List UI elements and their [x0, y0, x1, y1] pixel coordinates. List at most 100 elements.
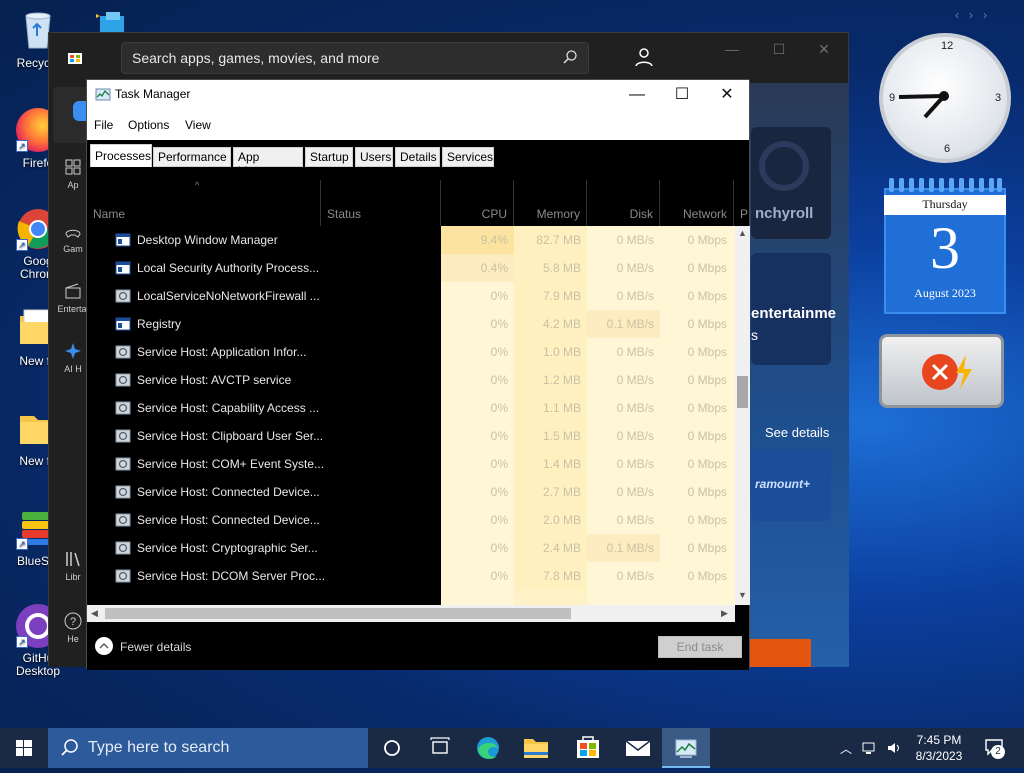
process-cpu-cell: 0% [490, 401, 508, 415]
store-nav-label: AI H [64, 364, 82, 374]
paramount-tile[interactable]: ramount+ [751, 449, 831, 521]
process-name: Service Host: COM+ Event Syste... [137, 457, 325, 471]
promo-orange-tile[interactable] [749, 639, 811, 667]
table-row[interactable]: Service Host: Capability Access ... 0% 1.1… [87, 394, 735, 422]
table-row-partial[interactable] [87, 590, 735, 605]
col-cpu-header[interactable]: CPU [441, 180, 514, 226]
crunchyroll-logo-icon [759, 141, 809, 191]
tab-startup[interactable]: Startup [305, 147, 353, 167]
taskbar-edge[interactable] [464, 728, 512, 768]
menu-view[interactable]: View [185, 118, 211, 132]
table-row[interactable]: LocalServiceNoNetworkFirewall ... 0% 7.9 M… [87, 282, 735, 310]
show-hidden-icons-chevron-icon[interactable]: ︿ [840, 740, 852, 757]
process-name: Registry [137, 317, 182, 331]
col-network-header[interactable]: Network [660, 180, 734, 226]
clock-gadget[interactable]: 12 3 6 9 [879, 33, 1011, 163]
tab-services[interactable]: Services [442, 147, 494, 167]
process-cpu-cell: 0% [490, 457, 508, 471]
process-memory-cell: 1.4 MB [514, 450, 587, 478]
table-row[interactable]: Service Host: Clipboard User Ser... 0% 1.5… [87, 422, 735, 450]
col-name-header[interactable]: Name [87, 180, 321, 226]
tm-close-button[interactable]: ✕ [704, 80, 750, 110]
scroll-right-arrow-icon[interactable]: ▶ [721, 608, 728, 619]
vertical-scrollbar[interactable]: ▲ ▼ [735, 226, 750, 605]
chevron-up-icon[interactable] [95, 637, 113, 655]
tm-titlebar[interactable]: Task Manager — ☐ ✕ [87, 80, 749, 110]
table-row[interactable]: Service Host: Connected Device... 0% 2.0 M… [87, 506, 735, 534]
process-cpu-cell: 9.4% [441, 226, 514, 254]
gear-icon [115, 373, 131, 387]
process-memory-cell: 1.0 MB [514, 338, 587, 366]
process-memory-cell: 7.9 MB [514, 282, 587, 310]
tm-menubar: File Options View [87, 110, 749, 140]
table-row[interactable]: Service Host: AVCTP service 0% 1.2 MB 0 MB/… [87, 366, 735, 394]
taskbar-mail[interactable] [614, 728, 662, 768]
process-name: Service Host: AVCTP service [137, 373, 292, 387]
col-memory-header[interactable]: Memory [514, 180, 587, 226]
menu-options[interactable]: Options [128, 118, 169, 132]
tab-users[interactable]: Users [355, 147, 393, 167]
fewer-details-link[interactable]: Fewer details [120, 640, 191, 654]
tm-minimize-button[interactable]: — [614, 80, 660, 110]
window-icon [115, 233, 131, 247]
app-shortcut-icon[interactable] [92, 10, 132, 34]
end-task-button[interactable]: End task [658, 636, 742, 658]
taskbar-store[interactable] [564, 728, 612, 768]
tab-processes[interactable]: Processes [90, 144, 152, 167]
search-icon[interactable] [562, 49, 578, 65]
process-memory-cell: 5.8 MB [514, 254, 587, 282]
process-disk-cell: 0 MB/s [616, 345, 654, 359]
process-disk-cell: 0 MB/s [616, 569, 654, 583]
notification-center-button[interactable]: 2 [978, 728, 1024, 768]
disney-tile[interactable]: entertainme s [751, 253, 836, 365]
table-row[interactable]: Service Host: DCOM Server Proc... 0% 7.8 M… [87, 562, 735, 590]
start-button[interactable] [0, 728, 48, 768]
col-disk-header[interactable]: Disk [587, 180, 660, 226]
horizontal-scrollbar[interactable]: ◀ ▶ [87, 605, 735, 622]
process-disk-cell: 0 MB/s [616, 457, 654, 471]
sidebar-nav-arrows[interactable]: ‹ › › [955, 8, 987, 22]
taskbar-clock[interactable]: 7:45 PM 8/3/2023 [911, 732, 967, 764]
table-row[interactable]: Desktop Window Manager 9.4% 82.7 MB 0 MB/s 0… [87, 226, 735, 254]
cortana-button[interactable] [368, 728, 416, 768]
scroll-down-arrow-icon[interactable]: ▼ [738, 590, 747, 600]
table-row[interactable]: Registry 0% 4.2 MB 0.1 MB/s 0 Mbps [87, 310, 735, 338]
tab-performance[interactable]: Performance [153, 147, 231, 167]
col-status-label: Status [327, 207, 362, 221]
store-icon [577, 736, 599, 758]
horizontal-scroll-thumb[interactable] [105, 608, 571, 619]
vertical-scroll-thumb[interactable] [737, 376, 748, 408]
crunchyroll-tile[interactable]: nchyroll [751, 127, 831, 239]
store-close-button[interactable]: ✕ [809, 41, 839, 59]
taskbar-task-manager[interactable] [662, 728, 710, 768]
tm-maximize-button[interactable]: ☐ [659, 80, 705, 110]
table-row[interactable]: Service Host: Application Infor... 0% 1.0 … [87, 338, 735, 366]
paramount-label: ramount+ [755, 477, 811, 491]
calendar-gadget[interactable]: Thursday 3 August 2023 [884, 178, 1006, 314]
power-gadget[interactable] [879, 334, 1004, 408]
menu-file[interactable]: File [94, 118, 113, 132]
mail-icon [625, 740, 651, 756]
col-status-header[interactable]: Status [321, 180, 441, 226]
store-maximize-button[interactable]: ☐ [764, 41, 794, 59]
tab-details[interactable]: Details [395, 147, 440, 167]
network-icon[interactable] [862, 740, 878, 759]
table-row[interactable]: Service Host: Connected Device... 0% 2.7 M… [87, 478, 735, 506]
col-power-header[interactable]: P [734, 180, 748, 226]
task-view-button[interactable] [416, 728, 464, 768]
volume-icon[interactable] [886, 740, 902, 759]
table-row[interactable]: Service Host: Cryptographic Ser... 0% 2.4 … [87, 534, 735, 562]
store-minimize-button[interactable]: — [717, 41, 747, 59]
store-nav-label: Ap [67, 180, 79, 190]
taskbar-search-box[interactable]: Type here to search [48, 728, 368, 768]
tab-app-history[interactable]: App history [233, 147, 303, 178]
table-row[interactable]: Local Security Authority Process... 0.4% 5… [87, 254, 735, 282]
scroll-up-arrow-icon[interactable]: ▲ [738, 228, 747, 238]
user-avatar-icon[interactable] [632, 45, 656, 69]
search-icon [61, 739, 78, 756]
scroll-left-arrow-icon[interactable]: ◀ [91, 608, 98, 619]
store-search-input[interactable]: Search apps, games, movies, and more [121, 42, 589, 74]
table-row[interactable]: Service Host: COM+ Event Syste... 0% 1.4 M… [87, 450, 735, 478]
task-manager-icon [95, 87, 111, 103]
taskbar-file-explorer[interactable] [512, 728, 560, 768]
